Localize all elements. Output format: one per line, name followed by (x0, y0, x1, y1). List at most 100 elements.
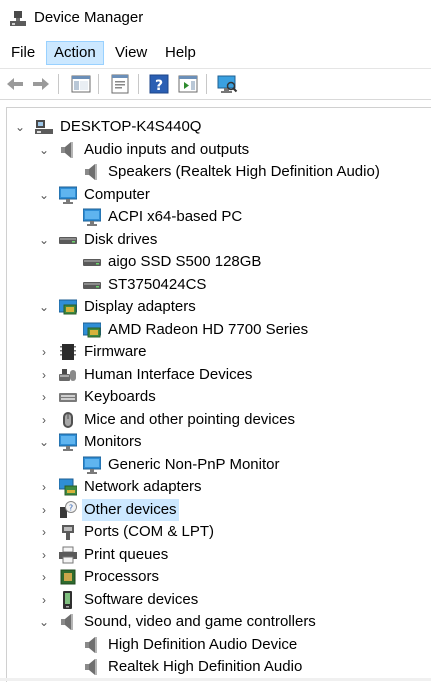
tree-category[interactable]: › Human Interface Devices (7, 364, 431, 386)
tree-category[interactable]: ⌄ Monitors (7, 431, 431, 453)
tree-category-label: Other devices (82, 498, 179, 521)
menu-action[interactable]: Action (46, 41, 104, 65)
menu-file[interactable]: File (4, 42, 42, 64)
action-pane-icon[interactable] (177, 73, 199, 95)
tree-category[interactable]: ⌄ Sound, video and game controllers (7, 611, 431, 633)
monitor-icon (83, 208, 101, 226)
help-icon[interactable]: ? (148, 73, 170, 95)
tree-category-label: Disk drives (84, 230, 158, 248)
tree-category-label: Keyboards (84, 388, 156, 405)
speaker-icon (61, 141, 73, 158)
collapse-chevron-icon[interactable]: ⌄ (38, 612, 50, 632)
properties-icon[interactable] (109, 73, 131, 95)
tree-device[interactable]: Generic Non-PnP Monitor (7, 454, 431, 476)
display-adapter-icon (83, 322, 101, 337)
collapse-chevron-icon[interactable]: ⌄ (38, 140, 50, 160)
tree-category-label: Firmware (84, 343, 147, 360)
expand-chevron-icon[interactable]: › (38, 522, 50, 542)
speaker-icon (85, 164, 97, 180)
tree-category[interactable]: › Firmware (7, 341, 431, 363)
processor-icon (60, 569, 76, 585)
scan-hardware-monitor-icon[interactable] (216, 73, 238, 95)
tree-category-label: Audio inputs and outputs (84, 140, 250, 158)
disk-drive-icon (83, 281, 101, 289)
tree-category[interactable]: › Print queues (7, 544, 431, 566)
tree-category-label: Software devices (84, 590, 199, 608)
expand-chevron-icon[interactable]: › (38, 365, 50, 385)
tree-device[interactable]: High Definition Audio Device (7, 634, 431, 656)
tree-device-label: Generic Non-PnP Monitor (108, 455, 280, 473)
keyboard-icon (59, 393, 77, 402)
mouse-icon (63, 411, 73, 428)
menu-help[interactable]: Help (158, 42, 203, 64)
tree-device-label: Speakers (Realtek High Definition Audio) (108, 163, 380, 180)
tree-device[interactable]: ACPI x64-based PC (7, 206, 431, 228)
svg-text:?: ? (155, 78, 163, 94)
expand-chevron-icon[interactable]: › (38, 477, 50, 497)
collapse-chevron-icon[interactable]: ⌄ (38, 432, 50, 452)
toolbar-separator (138, 74, 139, 94)
hid-icon (59, 368, 76, 381)
tree-device[interactable]: Realtek High Definition Audio (7, 656, 431, 678)
expand-chevron-icon[interactable]: › (38, 567, 50, 587)
forward-arrow-icon[interactable] (30, 73, 52, 95)
speaker-icon (85, 659, 97, 675)
collapse-chevron-icon[interactable]: ⌄ (38, 185, 50, 205)
menu-bar: File Action View Help (0, 39, 431, 67)
device-manager-icon (10, 11, 26, 26)
disk-drive-icon (59, 236, 77, 244)
tree-device[interactable]: ST3750424CS (7, 274, 431, 296)
tree-device-label: aigo SSD S500 128GB (108, 253, 262, 270)
unknown-device-icon: ? (60, 500, 77, 518)
tree-category-label: Human Interface Devices (84, 365, 253, 383)
expand-chevron-icon[interactable]: › (38, 387, 50, 407)
svg-text:?: ? (69, 503, 73, 512)
tree-device-label: High Definition Audio Device (108, 635, 298, 653)
back-arrow-icon[interactable] (4, 73, 26, 95)
tree-device[interactable]: Speakers (Realtek High Definition Audio) (7, 161, 431, 183)
tree-category[interactable]: ⌄ Computer (7, 184, 431, 206)
tree-device-label: AMD Radeon HD 7700 Series (108, 320, 309, 338)
expand-chevron-icon[interactable]: › (38, 500, 50, 520)
device-tree: ⌄ DESKTOP-K4S440Q ⌄ Audio inputs and output… (6, 107, 431, 682)
printer-icon (59, 546, 77, 563)
tree-root-label: DESKTOP-K4S440Q (60, 118, 202, 135)
collapse-chevron-icon[interactable]: ⌄ (38, 230, 50, 250)
tree-category-label: Print queues (84, 545, 169, 563)
expand-chevron-icon[interactable]: › (38, 590, 50, 610)
tree-device[interactable]: AMD Radeon HD 7700 Series (7, 319, 431, 341)
toolbar-separator (206, 74, 207, 94)
console-tree-icon[interactable] (70, 73, 92, 95)
speaker-icon (85, 636, 97, 653)
tree-category-label: Ports (COM & LPT) (84, 523, 215, 540)
tree-category[interactable]: › Mice and other pointing devices (7, 409, 431, 431)
speaker-icon (61, 614, 73, 630)
toolbar-separator (58, 74, 59, 94)
tree-device[interactable]: aigo SSD S500 128GB (7, 251, 431, 273)
toolbar: ? (0, 68, 431, 100)
tree-category-label: Sound, video and game controllers (84, 613, 316, 630)
collapse-chevron-icon[interactable]: ⌄ (14, 117, 26, 137)
collapse-chevron-icon[interactable]: ⌄ (38, 297, 50, 317)
display-adapter-icon (59, 299, 77, 315)
tree-category[interactable]: ›? Other devices (7, 498, 431, 521)
tree-category[interactable]: ⌄ Disk drives (7, 229, 431, 251)
tree-category[interactable]: ⌄ Display adapters (7, 296, 431, 318)
tree-category-label: Processors (84, 568, 160, 585)
tree-root[interactable]: ⌄ DESKTOP-K4S440Q (7, 116, 431, 138)
tree-category[interactable]: › Software devices (7, 589, 431, 611)
tree-category[interactable]: › Ports (COM & LPT) (7, 521, 431, 543)
firmware-icon (60, 344, 76, 360)
expand-chevron-icon[interactable]: › (38, 410, 50, 430)
expand-chevron-icon[interactable]: › (38, 342, 50, 362)
expand-chevron-icon[interactable]: › (38, 545, 50, 565)
menu-view[interactable]: View (108, 42, 154, 64)
tree-category[interactable]: › Keyboards (7, 386, 431, 408)
monitor-icon (59, 433, 77, 451)
computer-icon (35, 120, 53, 134)
tree-category[interactable]: › Network adapters (7, 476, 431, 498)
tree-category[interactable]: › Processors (7, 566, 431, 588)
port-icon (62, 525, 74, 540)
tree-category[interactable]: ⌄ Audio inputs and outputs (7, 139, 431, 161)
title-bar: Device Manager (0, 0, 431, 38)
